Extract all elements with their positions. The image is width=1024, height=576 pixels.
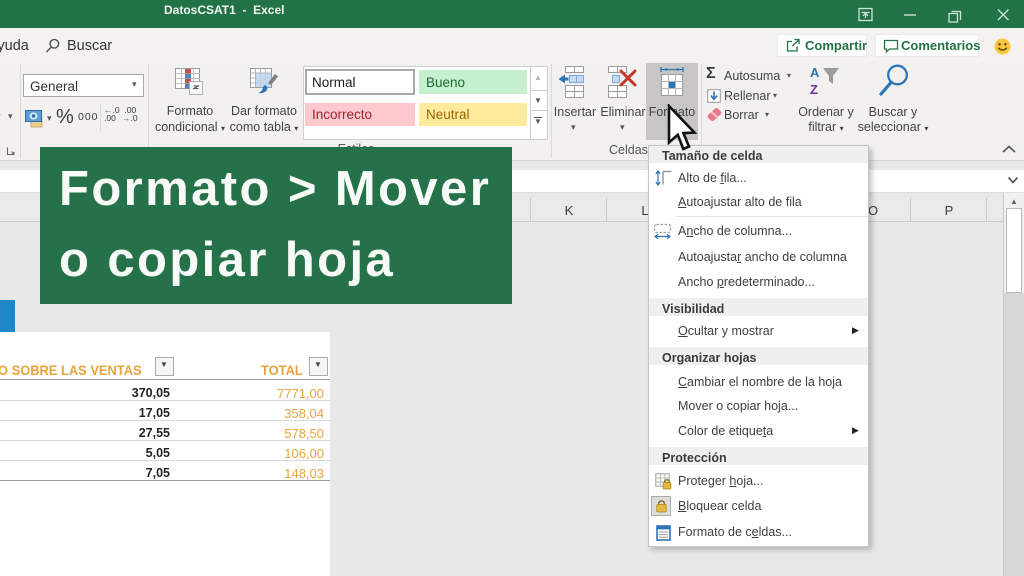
svg-text:Z: Z (810, 82, 818, 97)
svg-text:A: A (810, 65, 820, 80)
